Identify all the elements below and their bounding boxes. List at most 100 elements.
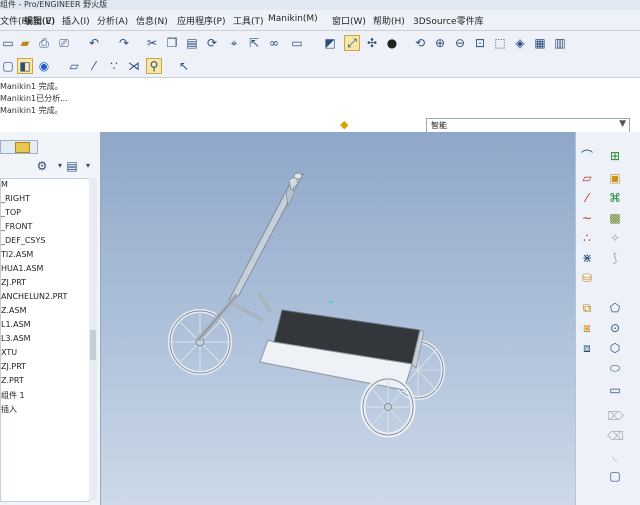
settings-icon[interactable]: ⚙ bbox=[34, 158, 50, 174]
tree-item[interactable]: _RIGHT bbox=[1, 194, 30, 203]
select-icon[interactable]: ⇱ bbox=[246, 35, 262, 51]
tree-item[interactable]: _FRONT bbox=[1, 222, 32, 231]
datum-axes-icon[interactable]: ⁄ bbox=[86, 58, 102, 74]
tree-item[interactable]: ZJ.PRT bbox=[1, 278, 26, 287]
find-icon[interactable]: ⌖ bbox=[226, 35, 242, 51]
mirror-icon[interactable]: ⬠ bbox=[607, 300, 623, 316]
tree-item[interactable]: _TOP bbox=[1, 208, 21, 217]
show-icon[interactable]: ▤ bbox=[64, 158, 80, 174]
view-icon[interactable]: ● bbox=[384, 35, 400, 51]
solidify-icon[interactable]: ⌫ bbox=[607, 428, 624, 444]
redo-icon[interactable]: ↷ bbox=[116, 35, 132, 51]
scooter-model[interactable] bbox=[100, 132, 575, 505]
binoculars-icon[interactable]: ∞ bbox=[266, 35, 282, 51]
rotate-icon[interactable]: ⟲ bbox=[412, 35, 428, 51]
pattern-icon[interactable]: ⧆ bbox=[579, 320, 595, 336]
window-icon[interactable]: ▭ bbox=[286, 35, 308, 51]
tree-item[interactable]: TI2.ASM bbox=[1, 250, 33, 259]
open-icon[interactable]: ▰ bbox=[17, 35, 33, 51]
menu-view[interactable]: 视图(V) bbox=[24, 14, 55, 27]
zoom-in-icon[interactable]: ⊕ bbox=[432, 35, 448, 51]
hidden-line-icon[interactable]: ◉ bbox=[36, 58, 52, 74]
trim-icon[interactable]: ⬡ bbox=[607, 340, 623, 356]
menu-tools[interactable]: 工具(T) bbox=[233, 14, 264, 27]
palette-icon[interactable]: ▥ bbox=[552, 35, 568, 51]
datum-curve-icon[interactable]: ∼ bbox=[579, 210, 595, 226]
view-manager-icon[interactable]: ⬚ bbox=[492, 35, 508, 51]
datum-plane-icon[interactable]: ▱ bbox=[579, 170, 595, 186]
place-component-icon[interactable]: ⊞ bbox=[607, 148, 623, 164]
tree-item[interactable]: Z.PRT bbox=[1, 376, 24, 385]
undo-icon[interactable]: ↶ bbox=[86, 35, 102, 51]
csys-display-icon[interactable]: ⋊ bbox=[126, 58, 142, 74]
paste-icon[interactable]: ▤ bbox=[184, 35, 200, 51]
spin-center-icon[interactable]: ⤢ bbox=[344, 35, 360, 51]
tree-item[interactable]: L3.ASM bbox=[1, 334, 31, 343]
datum-axis-icon[interactable]: ⁄ bbox=[579, 190, 595, 206]
tree-item[interactable]: L1.ASM bbox=[1, 320, 31, 329]
tree-item[interactable]: HUA1.ASM bbox=[1, 264, 43, 273]
shading-icon[interactable]: ◧ bbox=[17, 58, 33, 74]
menu-3dsource[interactable]: 3DSource零件库 bbox=[413, 14, 484, 27]
orient-icon[interactable]: ✣ bbox=[364, 35, 380, 51]
scooter-deck[interactable] bbox=[259, 309, 425, 391]
print-icon[interactable]: ⎚ bbox=[56, 35, 72, 51]
round-icon[interactable]: ◟ bbox=[607, 448, 623, 464]
create-component-icon[interactable]: ▣ bbox=[607, 170, 623, 186]
menu-applications[interactable]: 应用程序(P) bbox=[177, 14, 225, 27]
zoom-out-icon[interactable]: ⊖ bbox=[452, 35, 468, 51]
refit-icon[interactable]: ⊡ bbox=[472, 35, 488, 51]
chevron-down-icon[interactable]: ▾ bbox=[80, 158, 96, 174]
appearance-icon[interactable]: ▦ bbox=[532, 35, 548, 51]
sheet-icon[interactable]: ▢ bbox=[607, 468, 623, 484]
hole-icon[interactable]: ⊙ bbox=[607, 320, 623, 336]
menu-info[interactable]: 信息(N) bbox=[136, 14, 168, 27]
datum-point-icon[interactable]: ∴ bbox=[579, 230, 595, 246]
cut-icon[interactable]: ✂ bbox=[144, 35, 160, 51]
right-toolbar: ⌒ ⊞ ▱ ▣ ⁄ ⌘ ∼ ▩ ∴ ✧ ⋇ ⟆ ⛁ ⧉ ⬠ ⧆ ⊙ ⧈ ⬡ ⬭ … bbox=[575, 132, 640, 505]
tree-item[interactable]: M bbox=[1, 180, 8, 189]
menu-insert[interactable]: 插入(I) bbox=[62, 14, 90, 27]
extend-icon[interactable]: ⬭ bbox=[607, 360, 623, 376]
mechanism-icon[interactable]: ✧ bbox=[607, 230, 623, 246]
sketch-icon[interactable]: ⌒ bbox=[579, 148, 595, 164]
layers-icon[interactable]: ◈ bbox=[512, 35, 528, 51]
wireframe-icon[interactable]: ▢ bbox=[0, 58, 16, 74]
annotations-icon[interactable]: ⚲ bbox=[146, 58, 162, 74]
tree-toolbar: ⚙ ▾ ▤ ▾ bbox=[0, 156, 96, 176]
menu-help[interactable]: 帮助(H) bbox=[373, 14, 405, 27]
new-icon[interactable]: ▭ bbox=[0, 35, 16, 51]
rear-wheel-front[interactable] bbox=[360, 376, 416, 438]
folder-icon[interactable] bbox=[15, 142, 30, 153]
tree-item[interactable]: ZJ.PRT bbox=[1, 362, 26, 371]
flexible-icon[interactable]: ⟆ bbox=[607, 250, 623, 266]
datum-planes-icon[interactable]: ▱ bbox=[66, 58, 82, 74]
package-icon[interactable]: ⌘ bbox=[607, 190, 623, 206]
thicken-icon[interactable]: ⌦ bbox=[607, 408, 624, 424]
message-line: Manikin1 完成。 bbox=[0, 82, 63, 91]
offset-icon[interactable]: ▭ bbox=[607, 382, 623, 398]
menu-manikin[interactable]: Manikin(M) bbox=[268, 14, 318, 24]
tree-item[interactable]: XTU bbox=[1, 348, 17, 357]
tree-item[interactable]: 插入 bbox=[1, 404, 17, 415]
help-pointer-icon[interactable]: ↖ bbox=[176, 58, 192, 74]
menu-analysis[interactable]: 分析(A) bbox=[97, 14, 128, 27]
repaint-icon[interactable]: ◩ bbox=[322, 35, 338, 51]
tree-item[interactable]: 组件 1 bbox=[1, 390, 25, 401]
tree-item[interactable]: Z.ASM bbox=[1, 306, 26, 315]
tree-item[interactable]: ANCHELUN2.PRT bbox=[1, 292, 67, 301]
copy-icon[interactable]: ❐ bbox=[164, 35, 180, 51]
datum-points-icon[interactable]: ∵ bbox=[106, 58, 122, 74]
regenerate-icon[interactable]: ⟳ bbox=[204, 35, 220, 51]
assemble-icon[interactable]: ▩ bbox=[607, 210, 623, 226]
tree-item[interactable]: _DEF_CSYS bbox=[1, 236, 45, 245]
scrollbar-thumb[interactable] bbox=[90, 330, 96, 360]
edit-icon[interactable]: ⧉ bbox=[579, 300, 595, 316]
merge-icon[interactable]: ⧈ bbox=[579, 340, 595, 356]
csys-icon[interactable]: ⋇ bbox=[579, 250, 595, 266]
message-line: Manikin1已分析... bbox=[0, 94, 68, 103]
analysis-icon[interactable]: ⛁ bbox=[579, 270, 595, 286]
menu-window[interactable]: 窗口(W) bbox=[332, 14, 366, 27]
front-wheel[interactable] bbox=[168, 309, 232, 375]
save-icon[interactable]: ⎙ bbox=[36, 35, 52, 51]
